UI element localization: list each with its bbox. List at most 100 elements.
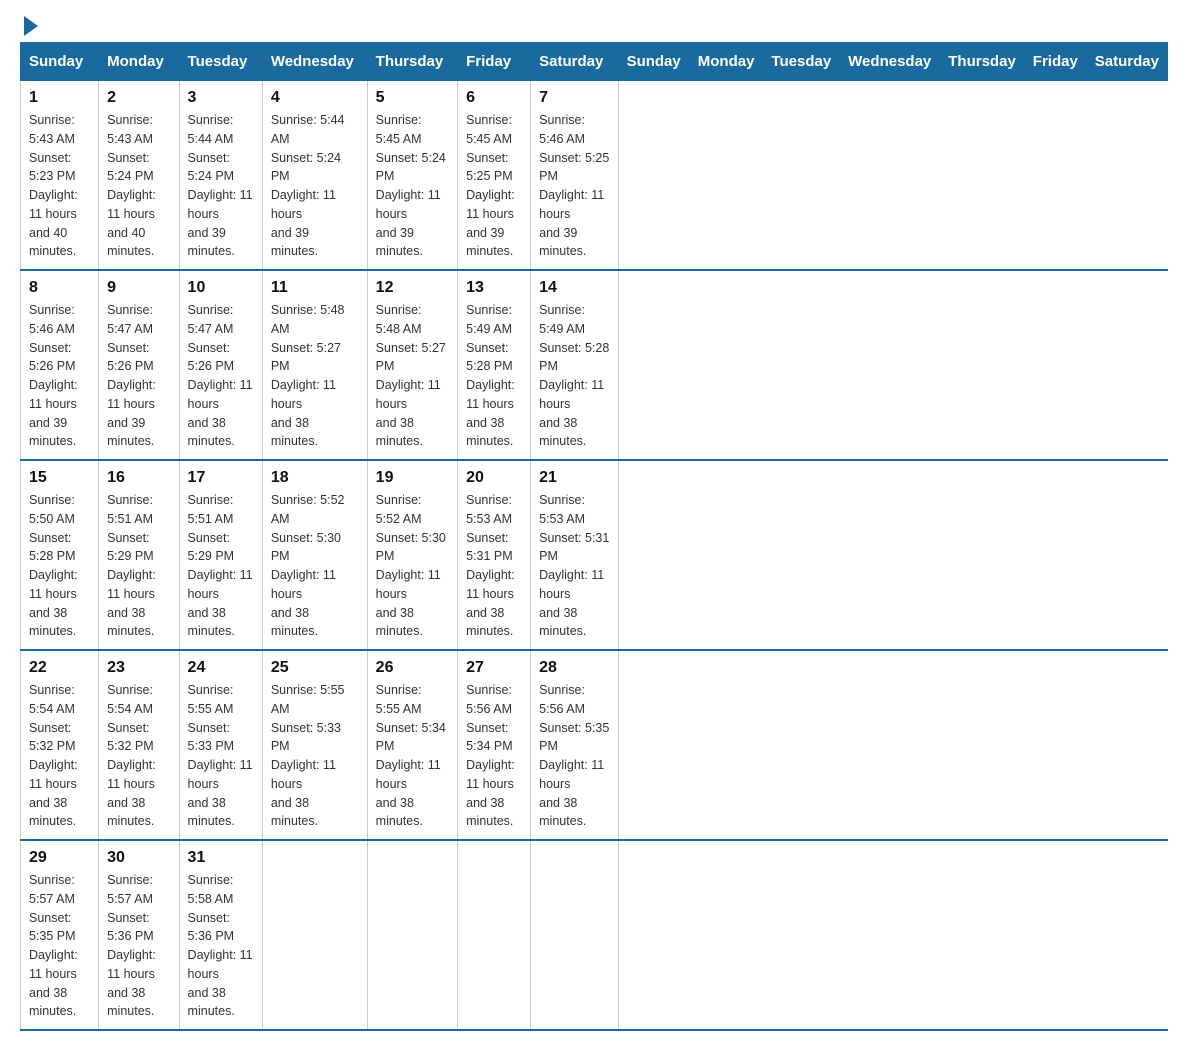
day-info: Sunrise: 5:47 AM Sunset: 5:26 PM Dayligh…: [107, 301, 170, 451]
day-number: 11: [271, 279, 359, 297]
day-info: Sunrise: 5:50 AM Sunset: 5:28 PM Dayligh…: [29, 491, 90, 641]
day-number: 4: [271, 89, 359, 107]
header-tuesday: Tuesday: [763, 43, 840, 81]
header-wednesday: Wednesday: [840, 43, 940, 81]
calendar-week-row: 29 Sunrise: 5:57 AM Sunset: 5:35 PM Dayl…: [21, 840, 1168, 1030]
header-thursday: Thursday: [940, 43, 1025, 81]
calendar-cell: 3 Sunrise: 5:44 AM Sunset: 5:24 PM Dayli…: [179, 81, 262, 271]
day-number: 13: [466, 279, 522, 297]
day-info: Sunrise: 5:46 AM Sunset: 5:26 PM Dayligh…: [29, 301, 90, 451]
day-number: 25: [271, 659, 359, 677]
day-info: Sunrise: 5:48 AM Sunset: 5:27 PM Dayligh…: [271, 301, 359, 451]
day-number: 5: [376, 89, 449, 107]
day-info: Sunrise: 5:51 AM Sunset: 5:29 PM Dayligh…: [188, 491, 254, 641]
day-number: 7: [539, 89, 609, 107]
day-info: Sunrise: 5:46 AM Sunset: 5:25 PM Dayligh…: [539, 111, 609, 261]
calendar-cell: 18 Sunrise: 5:52 AM Sunset: 5:30 PM Dayl…: [262, 460, 367, 650]
day-number: 24: [188, 659, 254, 677]
day-number: 28: [539, 659, 609, 677]
calendar-cell: 7 Sunrise: 5:46 AM Sunset: 5:25 PM Dayli…: [531, 81, 618, 271]
day-info: Sunrise: 5:44 AM Sunset: 5:24 PM Dayligh…: [271, 111, 359, 261]
header-saturday: Saturday: [1086, 43, 1167, 81]
calendar-cell: 30 Sunrise: 5:57 AM Sunset: 5:36 PM Dayl…: [99, 840, 179, 1030]
day-number: 17: [188, 469, 254, 487]
calendar-table: SundayMondayTuesdayWednesdayThursdayFrid…: [20, 42, 1168, 1031]
header-wednesday: Wednesday: [262, 43, 367, 81]
header-thursday: Thursday: [367, 43, 457, 81]
day-number: 14: [539, 279, 609, 297]
day-info: Sunrise: 5:51 AM Sunset: 5:29 PM Dayligh…: [107, 491, 170, 641]
calendar-cell: 20 Sunrise: 5:53 AM Sunset: 5:31 PM Dayl…: [458, 460, 531, 650]
calendar-cell: 24 Sunrise: 5:55 AM Sunset: 5:33 PM Dayl…: [179, 650, 262, 840]
day-number: 19: [376, 469, 449, 487]
calendar-cell: 22 Sunrise: 5:54 AM Sunset: 5:32 PM Dayl…: [21, 650, 99, 840]
day-info: Sunrise: 5:52 AM Sunset: 5:30 PM Dayligh…: [376, 491, 449, 641]
calendar-cell: 28 Sunrise: 5:56 AM Sunset: 5:35 PM Dayl…: [531, 650, 618, 840]
day-number: 2: [107, 89, 170, 107]
day-info: Sunrise: 5:53 AM Sunset: 5:31 PM Dayligh…: [466, 491, 522, 641]
day-number: 12: [376, 279, 449, 297]
day-number: 22: [29, 659, 90, 677]
day-info: Sunrise: 5:48 AM Sunset: 5:27 PM Dayligh…: [376, 301, 449, 451]
calendar-cell: 31 Sunrise: 5:58 AM Sunset: 5:36 PM Dayl…: [179, 840, 262, 1030]
logo: [20, 20, 38, 32]
calendar-cell: [458, 840, 531, 1030]
day-number: 16: [107, 469, 170, 487]
calendar-cell: 6 Sunrise: 5:45 AM Sunset: 5:25 PM Dayli…: [458, 81, 531, 271]
day-info: Sunrise: 5:43 AM Sunset: 5:23 PM Dayligh…: [29, 111, 90, 261]
day-info: Sunrise: 5:49 AM Sunset: 5:28 PM Dayligh…: [539, 301, 609, 451]
calendar-cell: 21 Sunrise: 5:53 AM Sunset: 5:31 PM Dayl…: [531, 460, 618, 650]
calendar-cell: [367, 840, 457, 1030]
calendar-week-row: 15 Sunrise: 5:50 AM Sunset: 5:28 PM Dayl…: [21, 460, 1168, 650]
header-sunday: Sunday: [618, 43, 689, 81]
day-info: Sunrise: 5:57 AM Sunset: 5:35 PM Dayligh…: [29, 871, 90, 1021]
calendar-cell: 17 Sunrise: 5:51 AM Sunset: 5:29 PM Dayl…: [179, 460, 262, 650]
header-friday: Friday: [1024, 43, 1086, 81]
day-info: Sunrise: 5:54 AM Sunset: 5:32 PM Dayligh…: [29, 681, 90, 831]
day-info: Sunrise: 5:44 AM Sunset: 5:24 PM Dayligh…: [188, 111, 254, 261]
calendar-cell: 14 Sunrise: 5:49 AM Sunset: 5:28 PM Dayl…: [531, 270, 618, 460]
day-info: Sunrise: 5:56 AM Sunset: 5:34 PM Dayligh…: [466, 681, 522, 831]
calendar-cell: 23 Sunrise: 5:54 AM Sunset: 5:32 PM Dayl…: [99, 650, 179, 840]
day-info: Sunrise: 5:55 AM Sunset: 5:34 PM Dayligh…: [376, 681, 449, 831]
day-number: 26: [376, 659, 449, 677]
day-info: Sunrise: 5:58 AM Sunset: 5:36 PM Dayligh…: [188, 871, 254, 1021]
header-monday: Monday: [689, 43, 763, 81]
day-number: 31: [188, 849, 254, 867]
day-number: 29: [29, 849, 90, 867]
day-number: 23: [107, 659, 170, 677]
logo-arrow-icon: [24, 16, 38, 36]
day-number: 21: [539, 469, 609, 487]
calendar-cell: 8 Sunrise: 5:46 AM Sunset: 5:26 PM Dayli…: [21, 270, 99, 460]
day-number: 27: [466, 659, 522, 677]
day-info: Sunrise: 5:57 AM Sunset: 5:36 PM Dayligh…: [107, 871, 170, 1021]
header-friday: Friday: [458, 43, 531, 81]
calendar-cell: 16 Sunrise: 5:51 AM Sunset: 5:29 PM Dayl…: [99, 460, 179, 650]
calendar-cell: 26 Sunrise: 5:55 AM Sunset: 5:34 PM Dayl…: [367, 650, 457, 840]
calendar-cell: 5 Sunrise: 5:45 AM Sunset: 5:24 PM Dayli…: [367, 81, 457, 271]
calendar-cell: 13 Sunrise: 5:49 AM Sunset: 5:28 PM Dayl…: [458, 270, 531, 460]
calendar-week-row: 1 Sunrise: 5:43 AM Sunset: 5:23 PM Dayli…: [21, 81, 1168, 271]
day-info: Sunrise: 5:45 AM Sunset: 5:25 PM Dayligh…: [466, 111, 522, 261]
calendar-cell: 9 Sunrise: 5:47 AM Sunset: 5:26 PM Dayli…: [99, 270, 179, 460]
calendar-cell: 15 Sunrise: 5:50 AM Sunset: 5:28 PM Dayl…: [21, 460, 99, 650]
day-number: 18: [271, 469, 359, 487]
day-info: Sunrise: 5:49 AM Sunset: 5:28 PM Dayligh…: [466, 301, 522, 451]
calendar-cell: 25 Sunrise: 5:55 AM Sunset: 5:33 PM Dayl…: [262, 650, 367, 840]
calendar-cell: 27 Sunrise: 5:56 AM Sunset: 5:34 PM Dayl…: [458, 650, 531, 840]
day-info: Sunrise: 5:55 AM Sunset: 5:33 PM Dayligh…: [188, 681, 254, 831]
calendar-cell: 19 Sunrise: 5:52 AM Sunset: 5:30 PM Dayl…: [367, 460, 457, 650]
day-number: 9: [107, 279, 170, 297]
calendar-week-row: 8 Sunrise: 5:46 AM Sunset: 5:26 PM Dayli…: [21, 270, 1168, 460]
day-info: Sunrise: 5:55 AM Sunset: 5:33 PM Dayligh…: [271, 681, 359, 831]
day-number: 20: [466, 469, 522, 487]
day-info: Sunrise: 5:43 AM Sunset: 5:24 PM Dayligh…: [107, 111, 170, 261]
day-number: 1: [29, 89, 90, 107]
day-number: 6: [466, 89, 522, 107]
day-info: Sunrise: 5:54 AM Sunset: 5:32 PM Dayligh…: [107, 681, 170, 831]
day-info: Sunrise: 5:53 AM Sunset: 5:31 PM Dayligh…: [539, 491, 609, 641]
calendar-week-row: 22 Sunrise: 5:54 AM Sunset: 5:32 PM Dayl…: [21, 650, 1168, 840]
day-info: Sunrise: 5:52 AM Sunset: 5:30 PM Dayligh…: [271, 491, 359, 641]
header-saturday: Saturday: [531, 43, 618, 81]
header-tuesday: Tuesday: [179, 43, 262, 81]
